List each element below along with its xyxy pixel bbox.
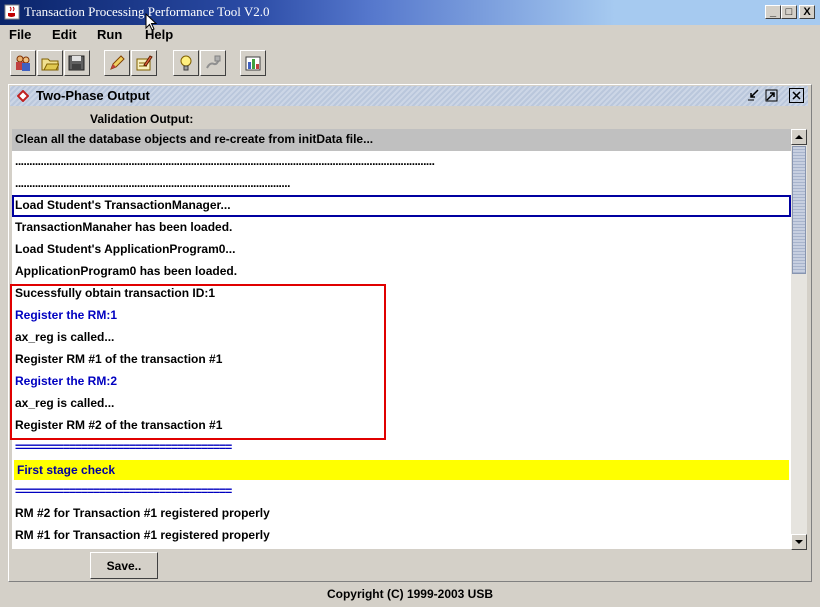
hint-button[interactable]: [173, 50, 199, 76]
close-x-icon: [792, 91, 801, 100]
edit-button[interactable]: [104, 50, 130, 76]
maximize-arrow-icon: [765, 89, 778, 102]
save-button[interactable]: Save..: [90, 552, 158, 579]
lightbulb-icon: [180, 55, 192, 71]
scroll-thumb[interactable]: [792, 146, 806, 274]
open-folder-icon: [41, 58, 59, 71]
log-row[interactable]: ====================================: [12, 481, 791, 503]
report-button[interactable]: [240, 50, 266, 76]
scroll-up-button[interactable]: [791, 129, 807, 145]
log-row[interactable]: ........................................…: [12, 173, 791, 195]
log-row[interactable]: TransactionManaher has been loaded.: [12, 217, 791, 239]
scroll-down-button[interactable]: [791, 534, 807, 550]
menu-bar: File Edit Run Help: [0, 25, 820, 46]
log-row[interactable]: Clean all the database objects and re-cr…: [12, 129, 791, 151]
close-button[interactable]: X: [799, 5, 815, 19]
frame-diamond-icon: [17, 90, 29, 102]
log-row[interactable]: Load Student's TransactionManager...: [12, 195, 791, 217]
menu-edit[interactable]: Edit: [52, 27, 77, 42]
arrow-down-icon: [795, 540, 803, 544]
log-row[interactable]: ........................................…: [12, 151, 791, 173]
log-row[interactable]: RM #2 for Transaction #1 registered prop…: [12, 503, 791, 525]
notepad-button[interactable]: [131, 50, 157, 76]
copyright-text: Copyright (C) 1999-2003 USB: [326, 587, 494, 601]
log-row[interactable]: ApplicationProgram0 has been loaded.: [12, 261, 791, 283]
log-row[interactable]: Load Student's ApplicationProgram0...: [12, 239, 791, 261]
arrow-up-icon: [795, 135, 803, 139]
vertical-scrollbar[interactable]: [791, 129, 807, 550]
chart-report-icon: [245, 56, 261, 71]
minimize-button[interactable]: _: [765, 5, 781, 19]
toolbar: [0, 47, 820, 81]
minimize-arrow-icon: [748, 89, 759, 101]
menu-help[interactable]: Help: [145, 27, 173, 42]
plug-icon: [206, 55, 221, 69]
log-row[interactable]: First stage check: [14, 460, 789, 480]
validation-output-label: Validation Output:: [90, 112, 194, 126]
frame-maximize-button[interactable]: [764, 88, 779, 103]
frame-title: Two-Phase Output: [36, 88, 150, 103]
save-disk-button[interactable]: [64, 50, 90, 76]
frame-iconify-button[interactable]: [746, 88, 761, 103]
window-title-bar[interactable]: Transaction Processing Performance Tool …: [0, 0, 820, 25]
users-button[interactable]: [10, 50, 36, 76]
connect-button[interactable]: [200, 50, 226, 76]
notepad-write-icon: [136, 55, 153, 71]
frame-title-bar[interactable]: Two-Phase Output: [10, 86, 808, 106]
edit-pencil-icon: [110, 55, 125, 70]
open-folder-button[interactable]: [37, 50, 63, 76]
log-row[interactable]: RM #1 for Transaction #1 registered prop…: [12, 525, 791, 547]
menu-run[interactable]: Run: [97, 27, 122, 42]
users-icon: [16, 55, 30, 71]
highlight-box: [10, 284, 386, 440]
java-cup-icon: [4, 4, 20, 20]
log-row[interactable]: ====================================: [12, 437, 791, 459]
save-disk-icon: [68, 55, 85, 71]
frame-close-button[interactable]: [789, 88, 804, 103]
menu-file[interactable]: File: [9, 27, 31, 42]
maximize-button[interactable]: □: [781, 5, 797, 19]
